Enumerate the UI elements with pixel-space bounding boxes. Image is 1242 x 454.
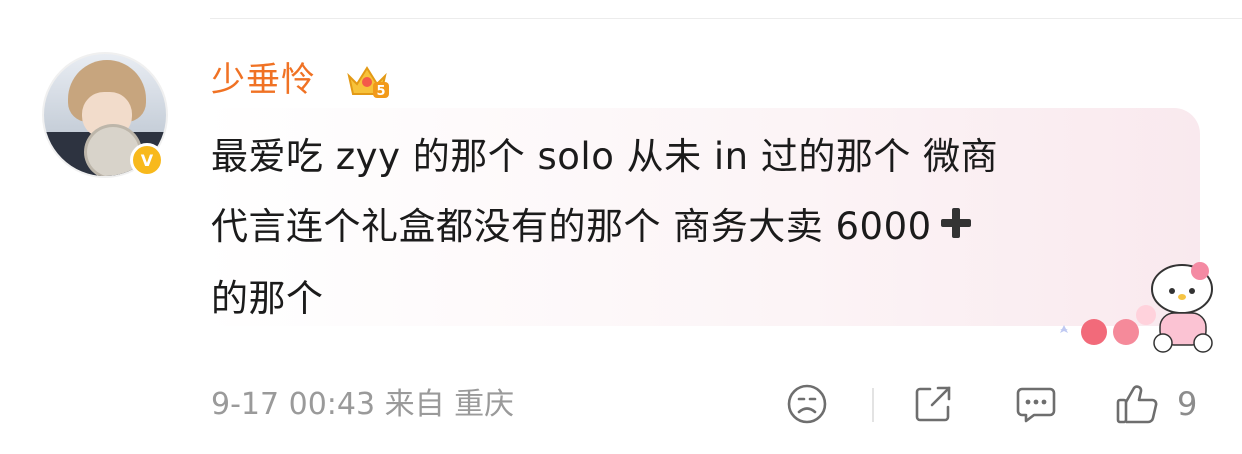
like-button[interactable] — [1114, 378, 1160, 430]
verified-mark: V — [140, 150, 154, 170]
location: 来自 重庆 — [384, 387, 515, 422]
sad-face-icon — [786, 383, 828, 425]
comment-text: 最爱吃 zyy 的那个 solo 从未 in 过的那个 微商 代言连个礼盒都没有… — [211, 122, 1171, 334]
plus-icon — [938, 194, 974, 264]
comment-line: 最爱吃 zyy 的那个 solo 从未 in 过的那个 微商 — [211, 135, 999, 178]
dislike-button[interactable] — [786, 378, 828, 430]
share-button[interactable] — [912, 378, 954, 430]
comment-line: 代言连个礼盒都没有的那个 商务大卖 6000 — [211, 205, 932, 248]
username[interactable]: 少垂怜 — [211, 58, 316, 102]
action-separator — [872, 388, 874, 422]
top-divider — [210, 18, 1242, 19]
timestamp: 9-17 00:43 — [211, 387, 376, 422]
thumbs-up-icon — [1114, 382, 1160, 426]
verified-v-icon: V — [130, 143, 164, 177]
hello-kitty-sticker — [1050, 255, 1230, 355]
like-count: 9 — [1177, 385, 1198, 423]
comment-icon — [1014, 383, 1058, 425]
vip-level: 5 — [376, 84, 385, 99]
comment-line-with-plus: 代言连个礼盒都没有的那个 商务大卖 6000 — [211, 192, 1171, 264]
reply-button[interactable] — [1014, 378, 1058, 430]
comment-line: 的那个 — [211, 276, 324, 320]
crown-vip-icon[interactable]: 5 — [345, 62, 389, 100]
comment-meta: 9-17 00:43 来自 重庆 — [211, 385, 514, 425]
share-icon — [912, 383, 954, 425]
